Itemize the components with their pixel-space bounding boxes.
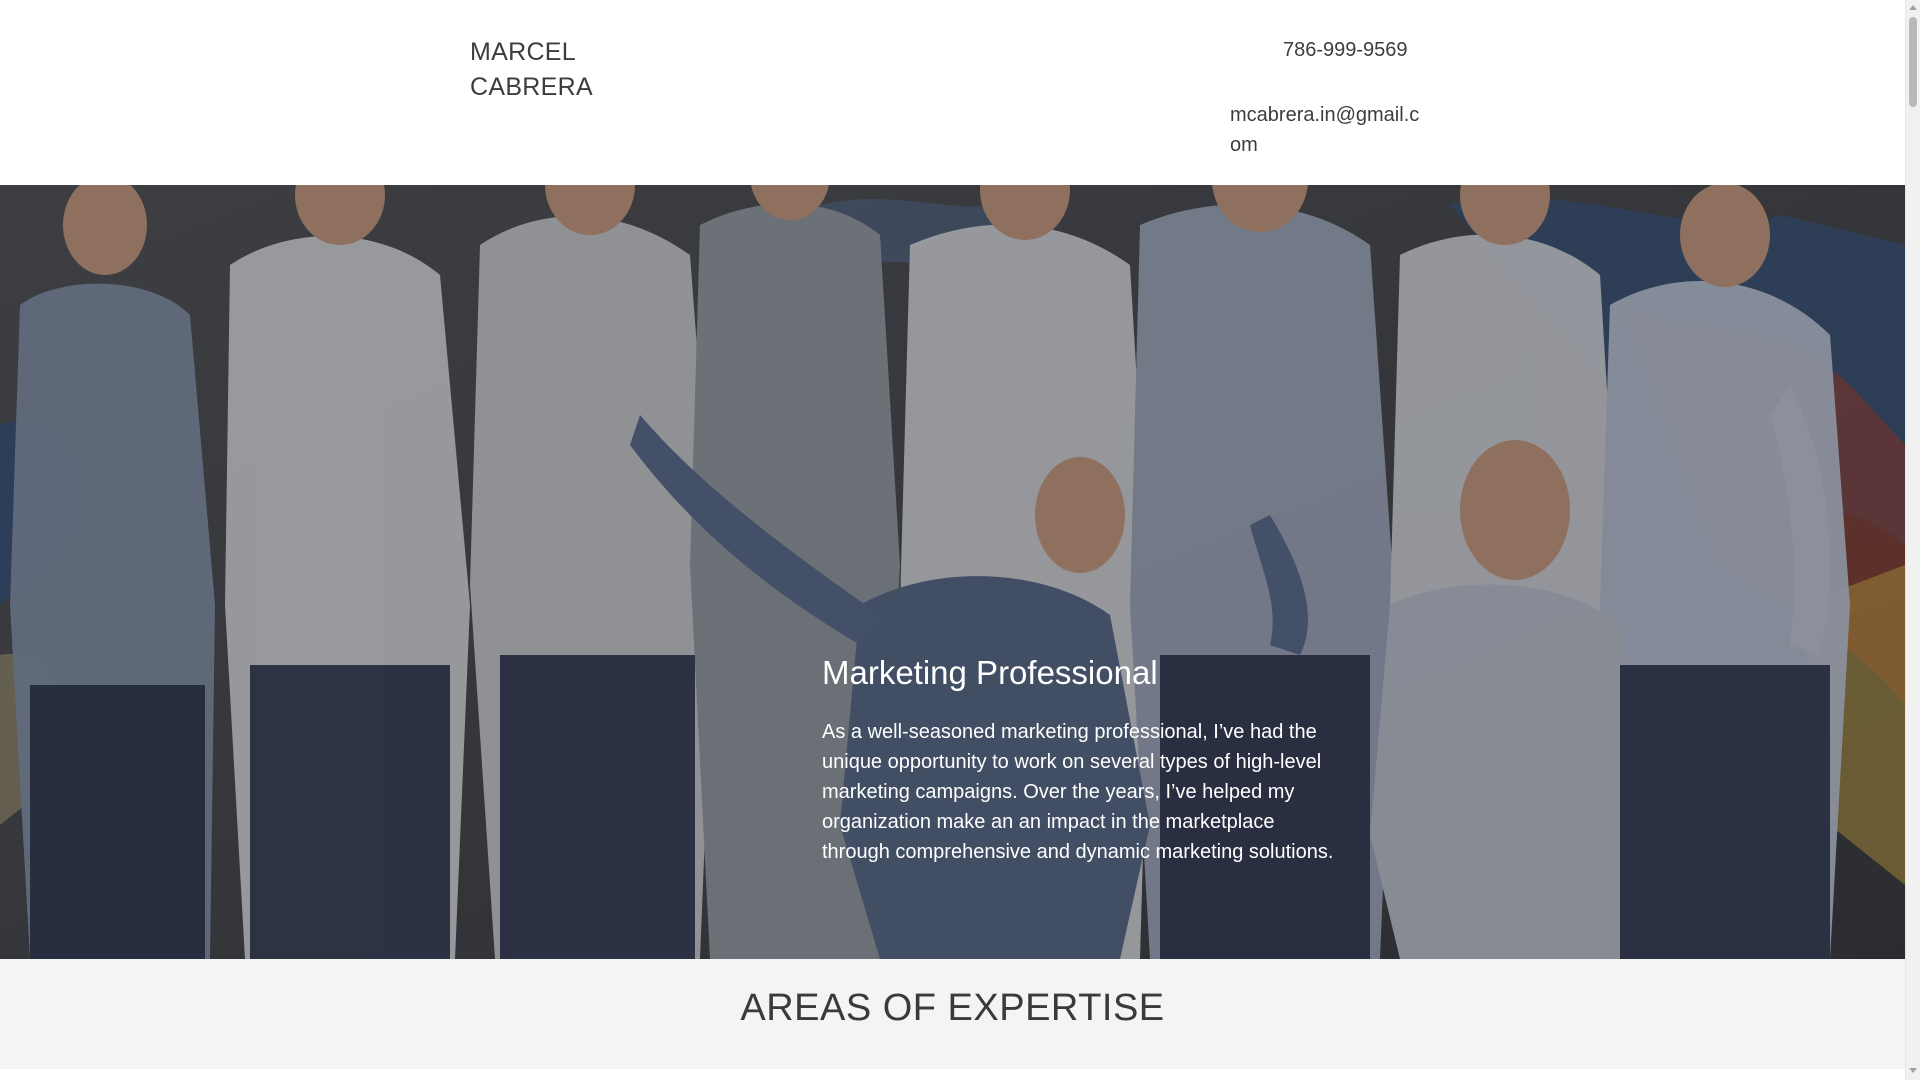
phone-link[interactable]: 786-999-9569 — [1283, 36, 1408, 64]
expertise-section: AREAS OF EXPERTISE — [0, 959, 1905, 1080]
brand-first-name: MARCEL — [470, 38, 576, 66]
email-link[interactable]: mcabrera.in@gmail.com — [1230, 100, 1425, 160]
scroll-up-icon[interactable] — [1909, 5, 1917, 10]
hero-description: As a well-seasoned marketing professiona… — [822, 721, 1334, 863]
site-brand[interactable]: MARCEL CABRERA — [470, 35, 630, 105]
brand-last-name: CABRERA — [470, 73, 593, 101]
scroll-down-icon[interactable] — [1909, 1068, 1917, 1073]
hero-section: Marketing Professional As a well-seasone… — [0, 185, 1905, 959]
site-header: MARCEL CABRERA 786-999-9569 mcabrera.in@… — [0, 0, 1905, 185]
expertise-heading: AREAS OF EXPERTISE — [740, 987, 1165, 1029]
scrollbar-thumb[interactable] — [1909, 17, 1917, 107]
page-viewport: MARCEL CABRERA 786-999-9569 mcabrera.in@… — [0, 0, 1905, 1080]
vertical-scrollbar[interactable] — [1905, 0, 1920, 1080]
section-divider — [0, 1069, 1905, 1080]
hero-content: Marketing Professional As a well-seasone… — [822, 653, 1342, 867]
hero-title: Marketing Professional — [822, 654, 1158, 691]
